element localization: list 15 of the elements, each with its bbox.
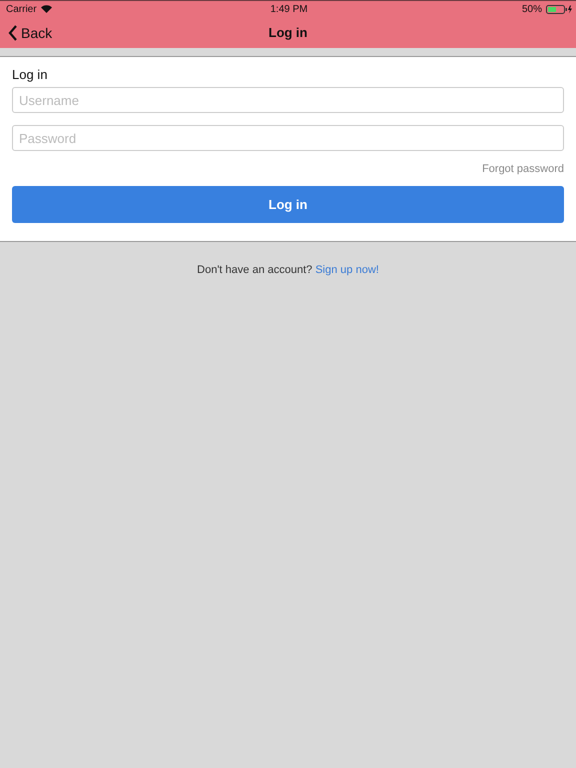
signup-link[interactable]: Sign up now! bbox=[315, 264, 379, 276]
back-button[interactable]: Back bbox=[8, 24, 52, 40]
input-field[interactable]: Username bbox=[12, 87, 564, 113]
signup-prompt: Don't have an account? Sign up now! bbox=[196, 264, 380, 276]
carrier-name: Carrier bbox=[6, 4, 37, 14]
clock-time: 1:49 PM bbox=[270, 4, 308, 14]
screen-title: Log in bbox=[268, 25, 308, 40]
battery-icon bbox=[546, 4, 572, 14]
wifi-icon bbox=[40, 5, 52, 13]
chevron-left-icon bbox=[8, 24, 18, 40]
battery-percentage: 50% bbox=[522, 4, 542, 14]
form-heading: Log in bbox=[12, 67, 48, 82]
login-button[interactable]: Log in bbox=[12, 186, 564, 223]
input-field[interactable]: Password bbox=[12, 125, 564, 151]
forgot-password-link[interactable]: Forgot password bbox=[482, 163, 564, 175]
